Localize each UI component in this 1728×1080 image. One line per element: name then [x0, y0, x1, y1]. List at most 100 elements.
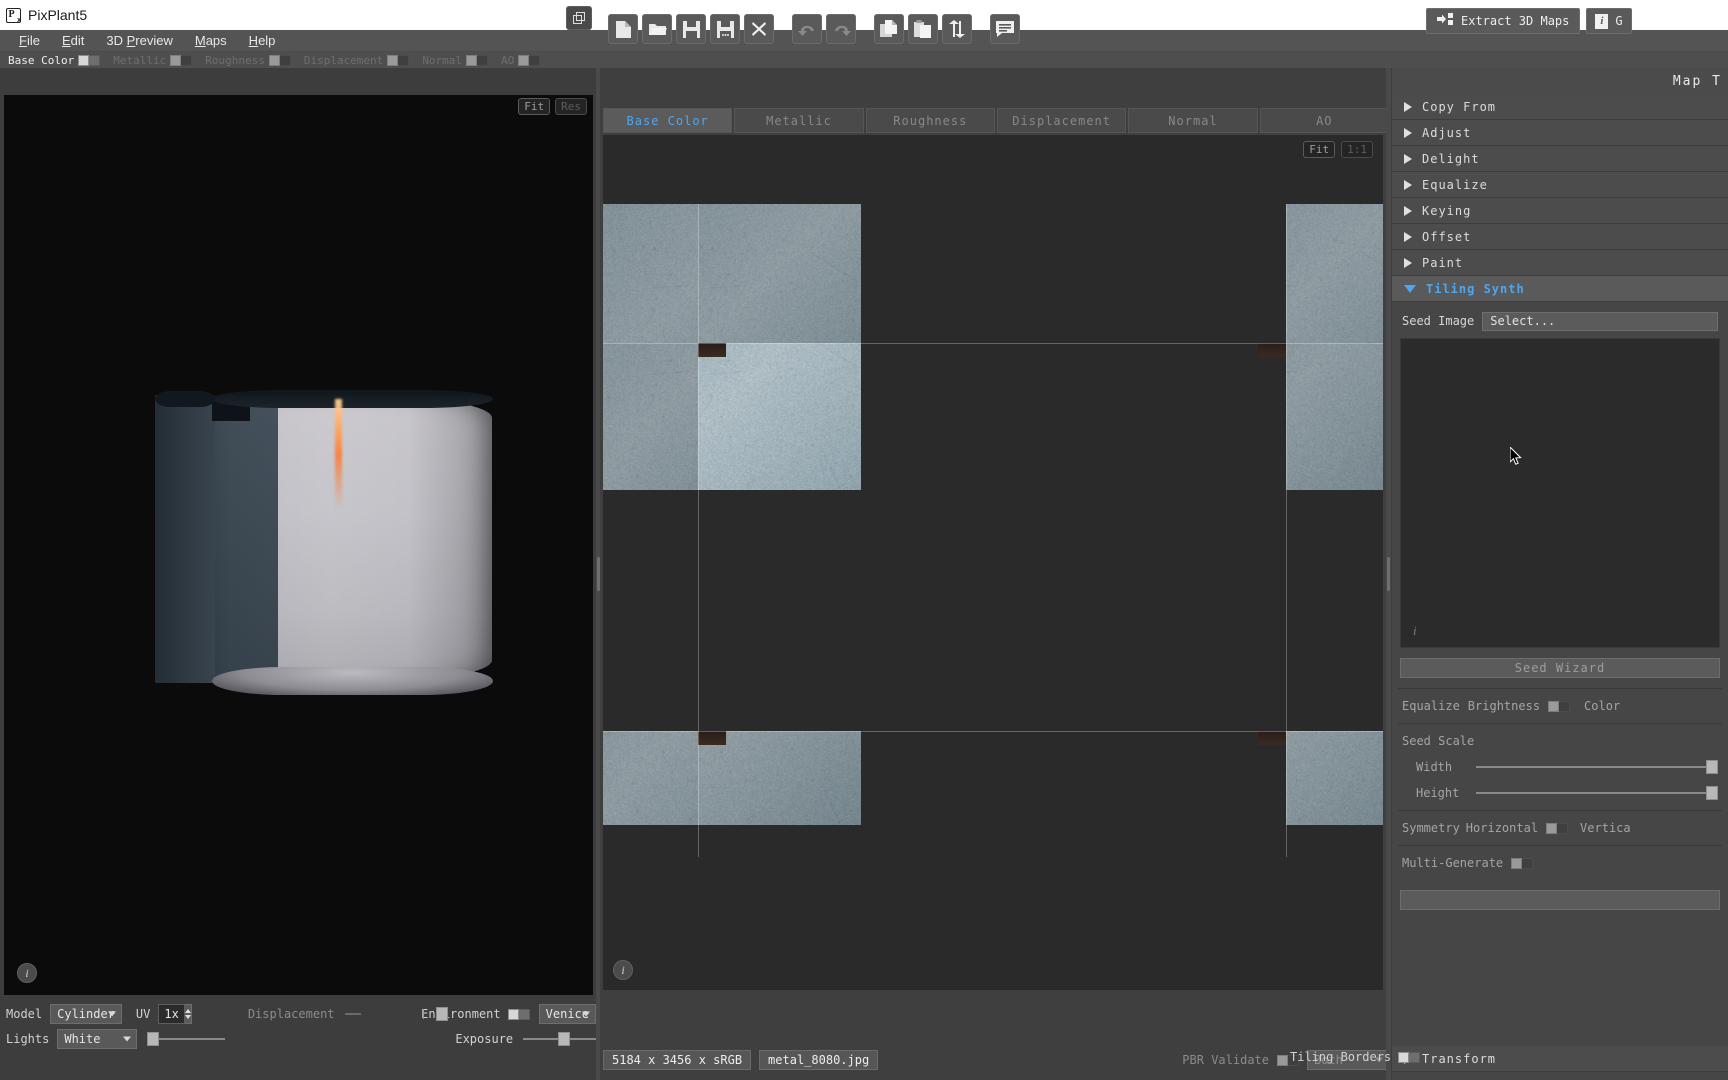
open-folder-icon[interactable]: [642, 14, 672, 44]
menu-item-help[interactable]: Help: [238, 31, 287, 50]
symmetry-horizontal-toggle[interactable]: [1546, 823, 1568, 834]
channel-toggle-displacement[interactable]: Displacement: [304, 54, 409, 67]
toggle-switch-icon[interactable]: [78, 55, 100, 66]
brightness-toggle[interactable]: [1548, 701, 1570, 712]
environment-label: Environment: [421, 1007, 500, 1021]
close-x-icon[interactable]: [744, 14, 774, 44]
toggle-switch-icon[interactable]: [170, 55, 192, 66]
section-delight[interactable]: Delight: [1392, 146, 1728, 172]
viewport-res-button[interactable]: Res: [555, 98, 587, 115]
menu-item-file[interactable]: File: [8, 31, 51, 50]
model-select[interactable]: Cylinder: [50, 1004, 122, 1024]
seed-image-select-button[interactable]: Select...: [1482, 312, 1718, 331]
seed-width-row: Width: [1392, 754, 1728, 780]
canvas-one-to-one-button[interactable]: 1:1: [1341, 141, 1373, 158]
section-offset[interactable]: Offset: [1392, 224, 1728, 250]
comment-icon[interactable]: [990, 14, 1020, 44]
panel-divider-right[interactable]: [1386, 68, 1391, 1080]
tiling-border-line: [603, 731, 1383, 732]
section-tiling-synth[interactable]: Tiling Synth: [1392, 276, 1728, 302]
menu-item-3d-preview[interactable]: 3D Preview: [95, 31, 183, 50]
tab-normal[interactable]: Normal: [1128, 108, 1257, 133]
channel-toggle-normal[interactable]: Normal: [422, 54, 488, 67]
viewport-info-icon[interactable]: i: [17, 963, 37, 983]
tiling-borders-toggle[interactable]: [1398, 1052, 1420, 1063]
lights-select[interactable]: White: [57, 1029, 137, 1049]
chevron-right-icon: [1404, 206, 1412, 216]
save-icon[interactable]: [676, 14, 706, 44]
tab-roughness[interactable]: Roughness: [866, 108, 995, 133]
multi-generate-row: Multi-Generate: [1392, 850, 1728, 876]
environment-toggle[interactable]: [508, 1009, 530, 1020]
tab-base-color[interactable]: Base Color: [603, 108, 732, 133]
seed-well-info-icon[interactable]: i: [1413, 623, 1417, 639]
paste-icon[interactable]: [908, 14, 938, 44]
section-copy-from[interactable]: Copy From: [1392, 94, 1728, 120]
tab-displacement[interactable]: Displacement: [997, 108, 1126, 133]
save-as-icon[interactable]: [710, 14, 740, 44]
swap-updown-icon[interactable]: [942, 14, 972, 44]
canvas-fit-button[interactable]: Fit: [1303, 141, 1335, 158]
info-button[interactable]: i G: [1586, 8, 1631, 34]
exposure-slider[interactable]: [523, 1032, 596, 1046]
generate-button[interactable]: [1400, 890, 1720, 910]
toggle-switch-icon[interactable]: [387, 55, 409, 66]
model-select-value: Cylinder: [57, 1007, 115, 1021]
color-label: Color: [1584, 699, 1620, 713]
channel-toggle-roughness[interactable]: Roughness: [205, 54, 291, 67]
extract-3d-maps-button[interactable]: Extract 3D Maps: [1426, 8, 1580, 34]
image-size-field: 5184 x 3456 x sRGB: [603, 1050, 751, 1070]
section-transform[interactable]: Transform: [1392, 1046, 1728, 1072]
section-equalize[interactable]: Equalize: [1392, 172, 1728, 198]
toggle-switch-icon[interactable]: [269, 55, 291, 66]
section-label: Offset: [1422, 230, 1471, 244]
redo-arrow-icon[interactable]: [826, 14, 856, 44]
toggle-switch-icon[interactable]: [466, 55, 488, 66]
seed-wizard-button[interactable]: Seed Wizard: [1400, 658, 1720, 678]
texture-corner-mark: [698, 343, 726, 357]
3d-preview-controls: Model Cylinder UV 1x Displacement Enviro…: [0, 1002, 596, 1072]
menu-item-edit[interactable]: Edit: [51, 31, 95, 50]
map-editor-panel: Base Color Metallic Roughness Displaceme…: [600, 68, 1390, 1080]
channel-toggle-base-color[interactable]: Base Color: [8, 54, 100, 67]
seed-width-slider[interactable]: [1476, 760, 1718, 774]
section-label: Paint: [1422, 256, 1463, 270]
canvas-info-icon[interactable]: i: [613, 960, 633, 980]
viewport-fit-button[interactable]: Fit: [518, 98, 550, 115]
environment-select[interactable]: Venice: [539, 1004, 596, 1024]
toggle-switch-icon[interactable]: [518, 55, 540, 66]
seed-height-slider[interactable]: [1476, 786, 1718, 800]
uv-stepper-buttons[interactable]: [185, 1004, 192, 1024]
seed-height-row: Height: [1392, 780, 1728, 806]
multi-generate-toggle[interactable]: [1511, 858, 1533, 869]
section-label: Copy From: [1422, 100, 1496, 114]
lights-intensity-slider[interactable]: [147, 1032, 225, 1046]
menu-item-maps[interactable]: Maps: [184, 31, 238, 50]
new-file-icon[interactable]: [608, 14, 638, 44]
uv-stepper-value[interactable]: 1x: [158, 1004, 184, 1024]
section-paint[interactable]: Paint: [1392, 250, 1728, 276]
channel-toggle-metallic[interactable]: Metallic: [113, 54, 192, 67]
seed-image-dropzone[interactable]: i: [1400, 338, 1720, 648]
channel-label: AO: [501, 54, 514, 67]
copy-icon[interactable]: [874, 14, 904, 44]
undo-arrow-icon[interactable]: [792, 14, 822, 44]
texture-canvas[interactable]: Fit 1:1 i: [603, 135, 1383, 990]
section-adjust[interactable]: Adjust: [1392, 120, 1728, 146]
editor-status-bar: 5184 x 3456 x sRGB metal_8080.jpg PBR Va…: [603, 1048, 1389, 1072]
horizontal-label: Horizontal: [1466, 821, 1538, 835]
displacement-slider[interactable]: [345, 1007, 362, 1021]
section-label: Transform: [1422, 1052, 1496, 1066]
tiling-border-line: [698, 204, 699, 857]
3d-viewport[interactable]: Fit Res i: [4, 95, 593, 995]
channel-toggle-ao[interactable]: AO: [501, 54, 540, 67]
map-tabs: Base Color Metallic Roughness Displaceme…: [603, 108, 1389, 133]
lights-select-value: White: [64, 1032, 100, 1046]
tab-metallic[interactable]: Metallic: [734, 108, 863, 133]
texture-tile: [698, 204, 1286, 343]
multi-generate-label: Multi-Generate: [1402, 856, 1503, 870]
detach-window-icon[interactable]: [566, 6, 592, 30]
section-keying[interactable]: Keying: [1392, 198, 1728, 224]
texture-tile: [603, 204, 698, 343]
tab-ao[interactable]: AO: [1260, 108, 1389, 133]
